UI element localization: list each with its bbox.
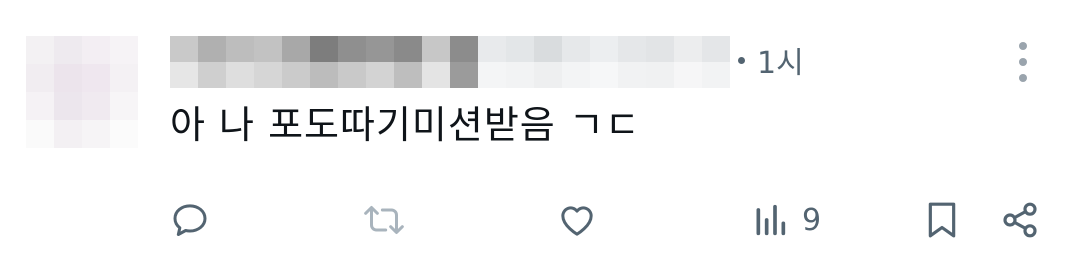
more-icon: [1019, 42, 1027, 50]
avatar[interactable]: [26, 36, 138, 148]
reply-icon: [173, 204, 207, 236]
author-name-blurred[interactable]: [170, 36, 730, 88]
views-button[interactable]: 9: [752, 194, 821, 246]
tweet-meta: 1시: [738, 38, 804, 82]
tweet-text: 아 나 포도따기미션받음 ㄱㄷ: [170, 103, 641, 147]
views-icon: [756, 204, 786, 236]
bookmark-icon: [928, 202, 956, 238]
share-icon: [1003, 202, 1037, 238]
separator-dot: [738, 56, 745, 64]
views-count: 9: [802, 202, 822, 238]
bookmark-button[interactable]: [922, 194, 962, 246]
reply-button[interactable]: [170, 194, 210, 246]
share-button[interactable]: [1000, 194, 1040, 246]
action-bar: 9: [0, 194, 1080, 246]
more-options-button[interactable]: [1011, 42, 1035, 82]
retweet-button[interactable]: [360, 194, 408, 246]
tweet-time[interactable]: 1시: [757, 38, 804, 82]
like-button[interactable]: [556, 194, 598, 246]
like-icon: [561, 206, 593, 236]
retweet-icon: [364, 206, 404, 234]
